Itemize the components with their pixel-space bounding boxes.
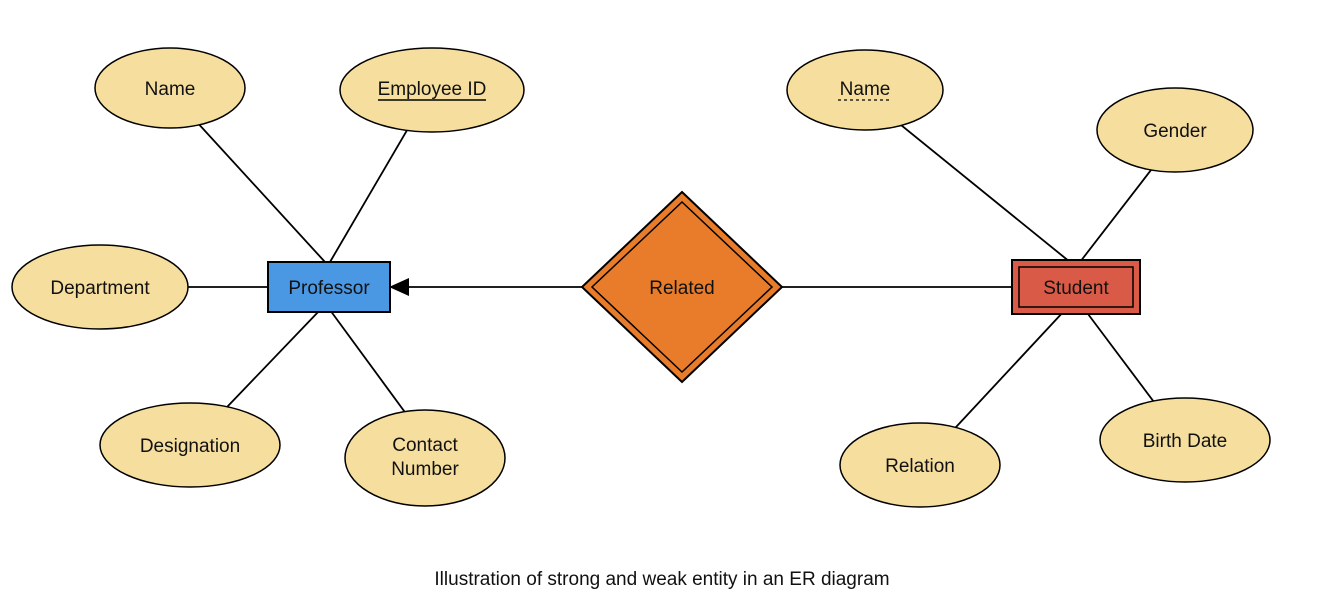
entity-professor-label: Professor bbox=[288, 278, 370, 299]
connector-stud-name bbox=[880, 108, 1070, 262]
attr-professor-employeeid-label: Employee ID bbox=[378, 79, 487, 100]
attr-student-birthdate: Birth Date bbox=[1100, 398, 1270, 482]
attr-professor-designation: Designation bbox=[100, 403, 280, 487]
attr-student-gender: Gender bbox=[1097, 88, 1253, 172]
attr-professor-contact: Contact Number bbox=[345, 410, 505, 506]
relationship-label: Related bbox=[649, 278, 715, 299]
attr-professor-employeeid: Employee ID bbox=[340, 48, 524, 132]
attr-professor-name-label: Name bbox=[145, 79, 196, 100]
attr-student-name-label: Name bbox=[840, 79, 891, 100]
attr-student-name: Name bbox=[787, 50, 943, 130]
attr-professor-contact-label-line1: Contact bbox=[392, 435, 458, 456]
attr-student-gender-label: Gender bbox=[1143, 121, 1207, 142]
attr-professor-designation-label: Designation bbox=[140, 436, 240, 457]
attr-professor-department: Department bbox=[12, 245, 188, 329]
attr-professor-department-label: Department bbox=[50, 278, 150, 299]
attr-student-birthdate-label: Birth Date bbox=[1143, 431, 1227, 452]
entity-student-label: Student bbox=[1043, 278, 1109, 299]
attr-student-relation: Relation bbox=[840, 423, 1000, 507]
relationship-related: Related bbox=[582, 192, 782, 382]
attr-professor-name: Name bbox=[95, 48, 245, 128]
er-diagram-canvas: Related Professor Student Name Employee … bbox=[0, 0, 1324, 615]
arrowhead-to-professor bbox=[389, 278, 409, 296]
entity-professor: Professor bbox=[268, 262, 390, 312]
entity-student: Student bbox=[1012, 260, 1140, 314]
attr-professor-contact-label-line2: Number bbox=[391, 459, 459, 480]
diagram-caption: Illustration of strong and weak entity i… bbox=[434, 569, 889, 590]
attr-student-relation-label: Relation bbox=[885, 456, 955, 477]
connector-prof-name bbox=[184, 108, 325, 262]
